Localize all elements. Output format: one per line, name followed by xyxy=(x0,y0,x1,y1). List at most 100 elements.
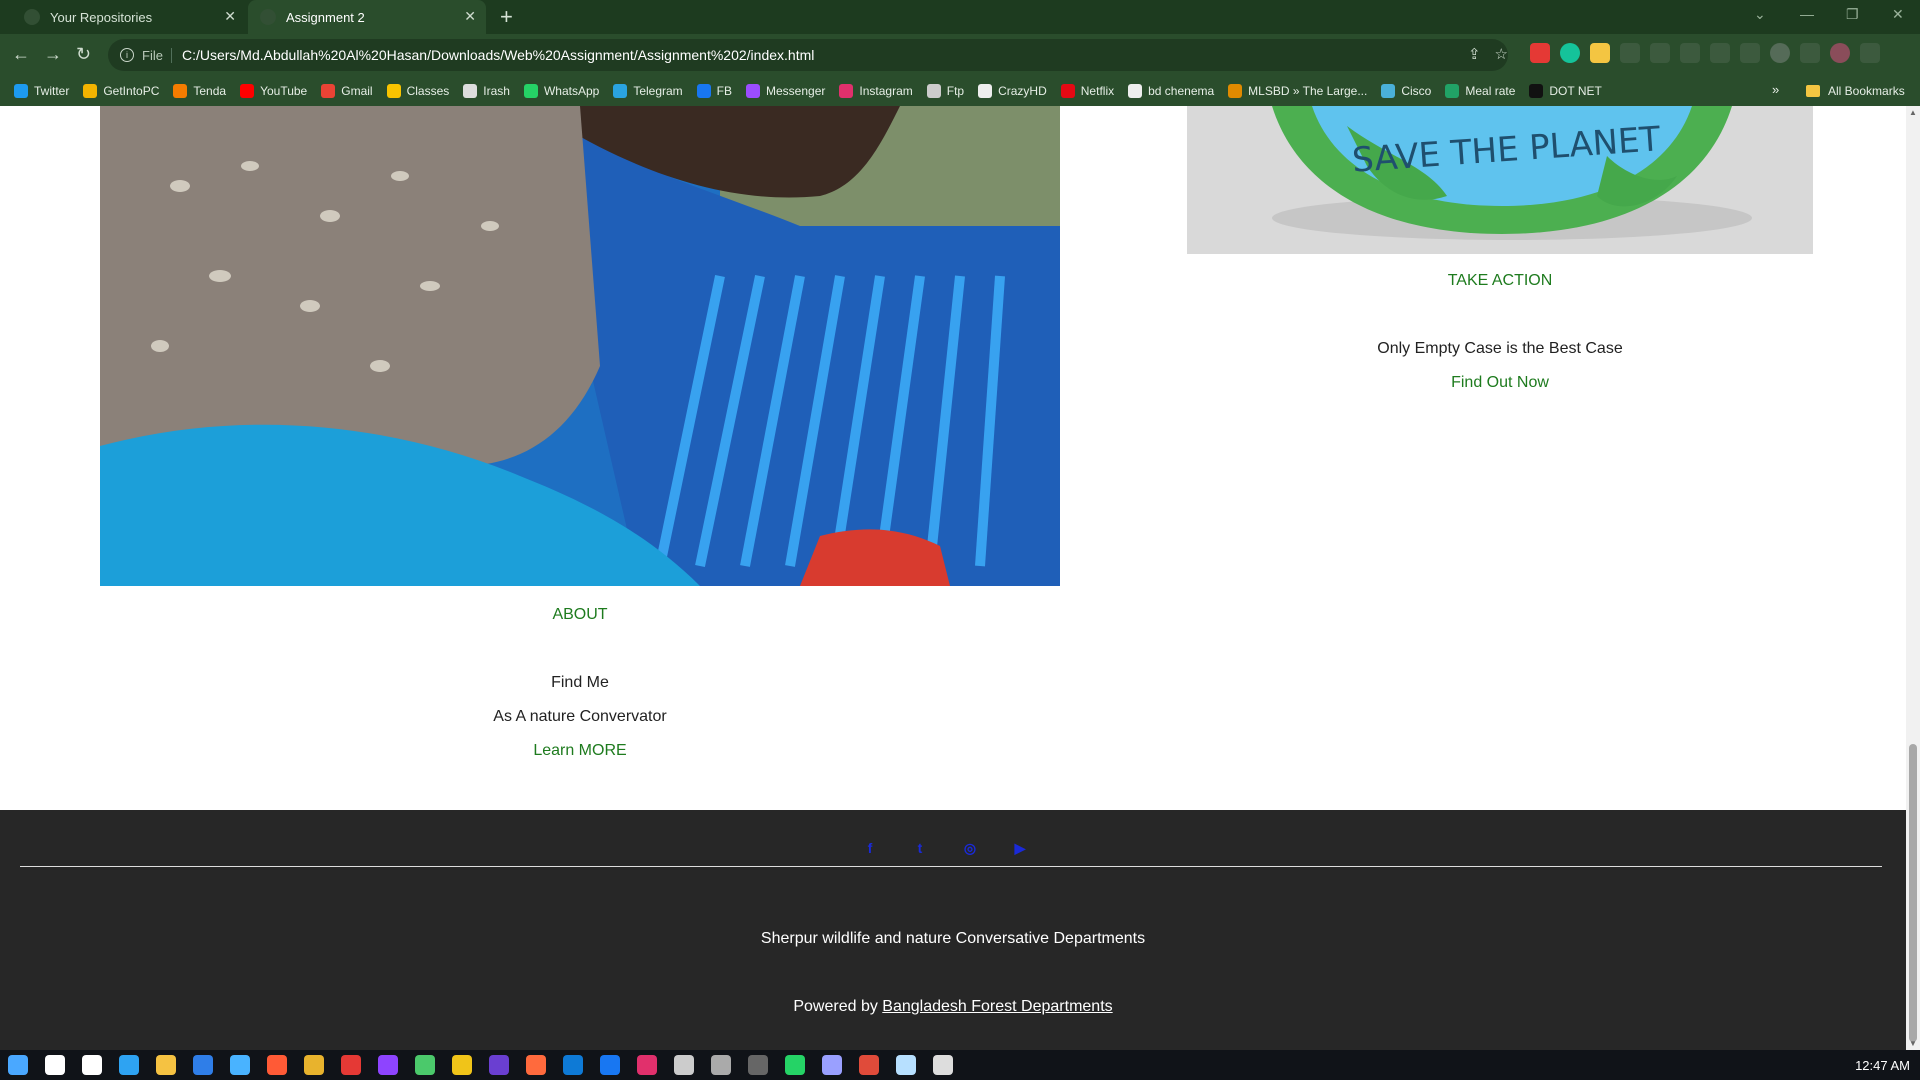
taskbar-app-icon[interactable] xyxy=(748,1055,768,1075)
bookmark-item[interactable]: Messenger xyxy=(746,84,825,98)
grammarly-icon[interactable] xyxy=(1560,43,1580,63)
chevron-down-icon[interactable]: ⌄ xyxy=(1754,6,1766,23)
tab-your-repositories[interactable]: Your Repositories ✕ xyxy=(0,0,246,34)
taskbar-app-icon[interactable] xyxy=(341,1055,361,1075)
bookmark-item[interactable]: Cisco xyxy=(1381,84,1431,98)
bookmark-label: Messenger xyxy=(766,84,826,98)
bookmark-label: Cisco xyxy=(1401,84,1432,98)
side-panel-icon[interactable] xyxy=(1800,43,1820,63)
address-url[interactable]: C:/Users/Md.Abdullah%20Al%20Hasan/Downlo… xyxy=(182,47,814,63)
youtube-icon[interactable]: ▶ xyxy=(1010,838,1030,858)
scroll-up-icon[interactable]: ▲ xyxy=(1909,108,1917,117)
bookmark-item[interactable]: CrazyHD xyxy=(978,84,1047,98)
flask-icon[interactable] xyxy=(1680,43,1700,63)
minimize-icon[interactable]: — xyxy=(1800,6,1814,22)
taskbar-app-icon[interactable] xyxy=(267,1055,287,1075)
bookmark-item[interactable]: GetIntoPC xyxy=(83,84,159,98)
learn-more-link[interactable]: Learn MORE xyxy=(100,742,1060,760)
bookmark-item[interactable]: Twitter xyxy=(14,84,69,98)
forest-departments-link[interactable]: Bangladesh Forest Departments xyxy=(882,998,1112,1015)
taskbar-app-icon[interactable] xyxy=(859,1055,879,1075)
taskbar-app-icon[interactable] xyxy=(711,1055,731,1075)
bookmark-item[interactable]: Meal rate xyxy=(1445,84,1515,98)
address-bar[interactable]: i File C:/Users/Md.Abdullah%20Al%20Hasan… xyxy=(108,39,1508,71)
bookmark-item[interactable]: MLSBD » The Large... xyxy=(1228,84,1367,98)
more-bookmarks-icon[interactable]: » xyxy=(1772,82,1779,97)
search-icon[interactable] xyxy=(45,1055,65,1075)
windows-taskbar: 12:47 AM xyxy=(0,1050,1920,1080)
bookmark-icon xyxy=(523,84,538,98)
page-scrollbar[interactable]: ▲ ▼ xyxy=(1906,106,1920,1050)
extension-icon[interactable] xyxy=(1590,43,1610,63)
bookmark-item[interactable]: Netflix xyxy=(1060,84,1114,98)
taskbar-app-icon[interactable] xyxy=(674,1055,694,1075)
bookmark-item[interactable]: FB xyxy=(696,84,733,98)
bookmark-item[interactable]: Irash xyxy=(463,84,510,98)
download-icon[interactable] xyxy=(1740,43,1760,63)
taskbar-app-icon[interactable] xyxy=(193,1055,213,1075)
all-bookmarks-button[interactable]: All Bookmarks xyxy=(1806,76,1905,106)
avatar[interactable] xyxy=(1830,43,1850,63)
bookmark-item[interactable]: YouTube xyxy=(240,84,307,98)
taskbar-app-icon[interactable] xyxy=(119,1055,139,1075)
taskbar-app-icon[interactable] xyxy=(637,1055,657,1075)
bookmark-label: Tenda xyxy=(193,84,227,98)
taskbar-app-icon[interactable] xyxy=(933,1055,953,1075)
taskbar-app-icon[interactable] xyxy=(82,1055,102,1075)
new-tab-icon[interactable]: + xyxy=(500,4,513,30)
g-icon[interactable] xyxy=(1770,43,1790,63)
bookmark-item[interactable]: Instagram xyxy=(839,84,913,98)
all-bookmarks-label: All Bookmarks xyxy=(1828,84,1905,98)
taskbar-app-icon[interactable] xyxy=(452,1055,472,1075)
bookmark-item[interactable]: WhatsApp xyxy=(523,84,599,98)
windows-start-icon[interactable] xyxy=(8,1055,28,1075)
bookmark-item[interactable]: Tenda xyxy=(173,84,226,98)
taskbar-app-icon[interactable] xyxy=(230,1055,250,1075)
twitter-icon[interactable]: t xyxy=(910,838,930,858)
close-tab-icon[interactable]: ✕ xyxy=(224,8,236,25)
taskbar-app-icon[interactable] xyxy=(156,1055,176,1075)
bookmark-item[interactable]: Telegram xyxy=(613,84,683,98)
star-icon[interactable]: ☆ xyxy=(1495,45,1508,63)
scroll-down-icon[interactable]: ▼ xyxy=(1909,1039,1917,1048)
taskbar-clock[interactable]: 12:47 AM xyxy=(1855,1058,1910,1073)
bookmark-item[interactable]: Ftp xyxy=(926,84,964,98)
taskbar-app-icon[interactable] xyxy=(304,1055,324,1075)
footer-department-text: Sherpur wildlife and nature Conversative… xyxy=(760,930,1146,947)
bookmark-item[interactable]: Classes xyxy=(386,84,449,98)
taskbar-app-icon[interactable] xyxy=(785,1055,805,1075)
extension-icon[interactable] xyxy=(1530,43,1550,63)
bookmark-item[interactable]: bd chenema xyxy=(1128,84,1214,98)
bookmark-label: FB xyxy=(716,84,733,98)
facebook-icon[interactable]: f xyxy=(860,838,880,858)
close-tab-icon[interactable]: ✕ xyxy=(464,8,476,25)
taskbar-app-icon[interactable] xyxy=(489,1055,509,1075)
taskbar-app-icon[interactable] xyxy=(378,1055,398,1075)
tab-assignment-2[interactable]: Assignment 2 ✕ xyxy=(248,0,486,34)
taskbar-app-icon[interactable] xyxy=(600,1055,620,1075)
puzzle-icon[interactable] xyxy=(1650,43,1670,63)
find-out-now-link[interactable]: Find Out Now xyxy=(1187,374,1813,392)
back-icon[interactable]: ← xyxy=(12,44,30,65)
instagram-icon[interactable]: ◎ xyxy=(960,838,980,858)
folder-icon xyxy=(1806,85,1820,97)
bookmark-item[interactable]: DOT NET xyxy=(1529,84,1602,98)
taskbar-app-icon[interactable] xyxy=(822,1055,842,1075)
queue-icon[interactable] xyxy=(1710,43,1730,63)
bookmark-label: Meal rate xyxy=(1465,84,1516,98)
close-window-icon[interactable]: ✕ xyxy=(1892,6,1904,23)
reload-icon[interactable]: ↻ xyxy=(76,44,91,65)
taskbar-app-icon[interactable] xyxy=(563,1055,583,1075)
info-icon[interactable]: i xyxy=(120,48,134,62)
restore-icon[interactable]: ❐ xyxy=(1846,6,1859,23)
forward-icon[interactable]: → xyxy=(44,44,62,65)
taskbar-app-icon[interactable] xyxy=(415,1055,435,1075)
extension-icon[interactable] xyxy=(1620,43,1640,63)
planet-illustration: SAVE THE PLANET xyxy=(1272,106,1752,240)
menu-icon[interactable] xyxy=(1860,43,1880,63)
taskbar-app-icon[interactable] xyxy=(896,1055,916,1075)
taskbar-app-icon[interactable] xyxy=(526,1055,546,1075)
share-icon[interactable]: ⇪ xyxy=(1468,45,1481,63)
bookmark-item[interactable]: Gmail xyxy=(321,84,373,98)
scroll-thumb[interactable] xyxy=(1909,744,1917,1042)
